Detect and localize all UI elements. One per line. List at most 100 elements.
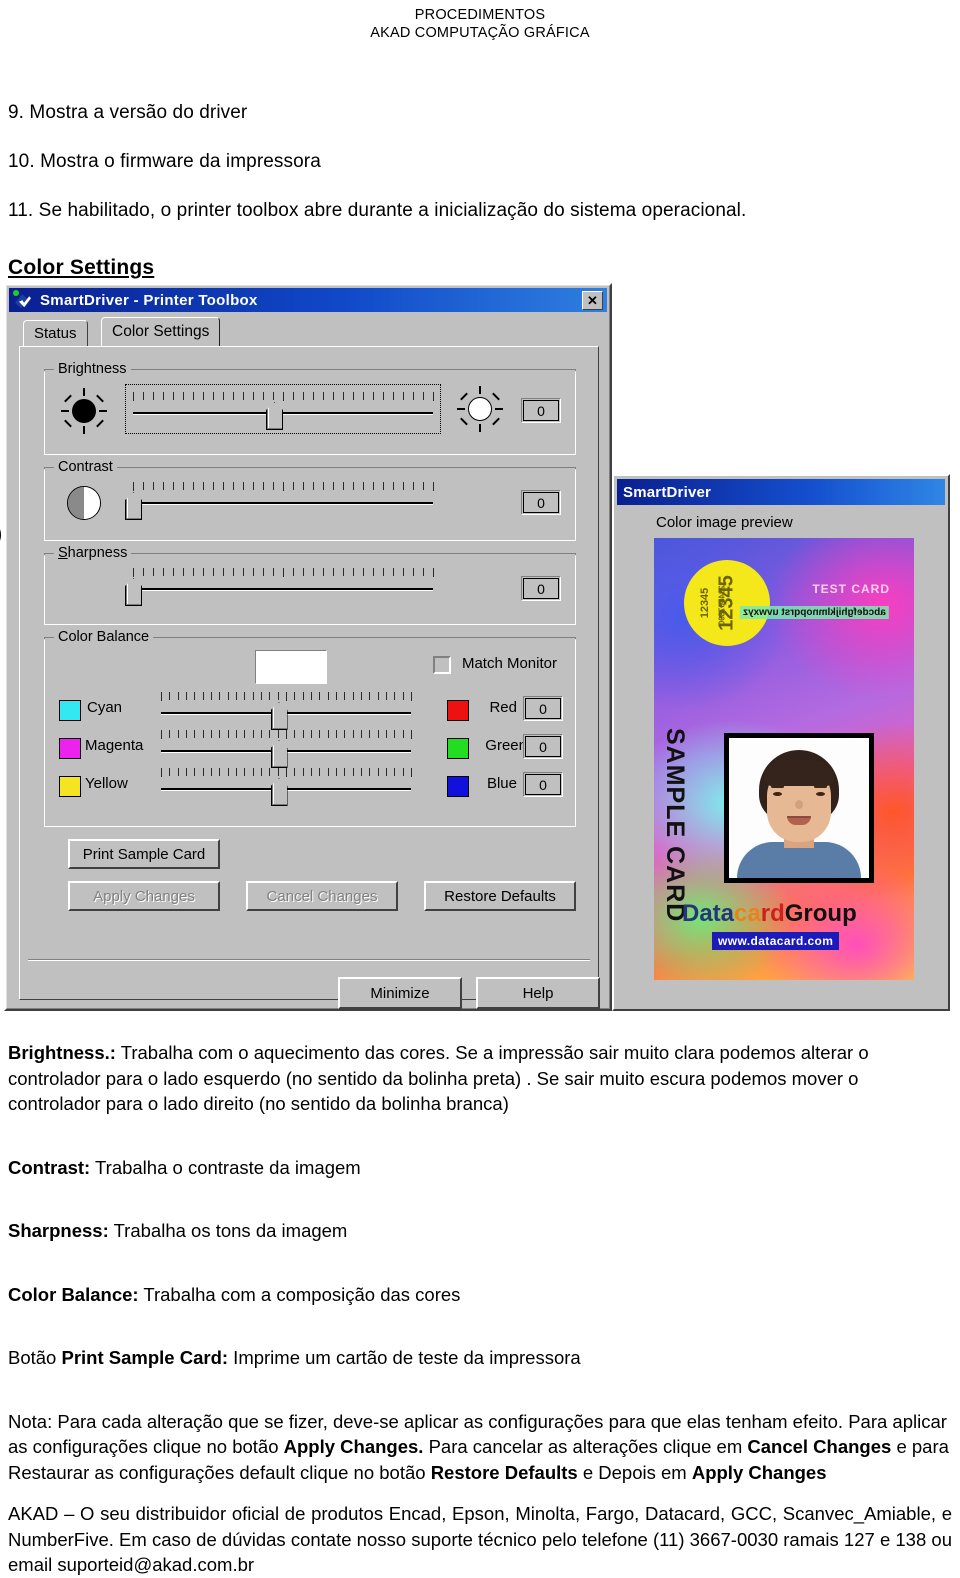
paragraph-sharpness-text: Trabalha os tons da imagem: [108, 1220, 348, 1242]
sharpness-slider[interactable]: [125, 568, 434, 607]
print-sample-card-button-label: Print Sample Card: [82, 845, 206, 863]
footer-divider: [28, 959, 590, 962]
brightness-slider-thumb[interactable]: [266, 402, 283, 431]
list-item: 11. Se habilitado, o printer toolbox abr…: [8, 200, 747, 222]
yellow-label: Yellow: [85, 775, 128, 793]
blue-value-field[interactable]: 0: [523, 772, 563, 798]
paragraph-print-sample-card: Botão Print Sample Card: Imprime um cart…: [8, 1345, 952, 1371]
explanation-section: Brightness.: Trabalha com o aquecimento …: [0, 1040, 960, 1578]
restore-defaults-button[interactable]: Restore Defaults: [424, 881, 576, 912]
card-seal-small-right: 1234567890: [717, 581, 727, 626]
magenta-color-swatch: [59, 738, 81, 760]
paragraph-botao-label: Print Sample Card:: [61, 1347, 229, 1369]
print-sample-card-button[interactable]: Print Sample Card: [68, 839, 220, 870]
dialog-title: SmartDriver - Printer Toolbox: [40, 291, 258, 309]
apply-changes-button-label: Apply Changes: [93, 887, 195, 905]
green-value: 0: [525, 736, 561, 758]
red-color-swatch: [447, 700, 469, 722]
sharpness-value-field[interactable]: 0: [521, 576, 561, 602]
logo-part-4: Group: [784, 900, 857, 928]
green-label: Green: [485, 737, 527, 755]
brightness-value-field[interactable]: 0: [521, 398, 561, 424]
tab-color-settings[interactable]: Color Settings: [101, 317, 221, 347]
card-sample-card-text: SAMPLE CARD: [661, 728, 689, 923]
contrast-slider-rail: [133, 502, 433, 506]
group-color-balance: Color Balance Match Monitor Cyan Red 0 M…: [44, 629, 576, 828]
magenta-green-slider-thumb[interactable]: [270, 740, 288, 769]
green-color-swatch: [447, 738, 469, 760]
section-title-color-settings: Color Settings: [8, 256, 155, 280]
red-value: 0: [525, 698, 561, 720]
sample-card-image: 12345 12345 1234567890 TEST CARD abcdefg…: [654, 538, 914, 981]
logo-part-2: ca: [734, 900, 761, 928]
contrast-slider-ticks: [133, 482, 434, 492]
tab-status[interactable]: Status: [23, 320, 88, 347]
card-seal: 12345 12345 1234567890: [684, 560, 770, 647]
contrast-high-icon: [0, 518, 1, 553]
brightness-value: 0: [523, 400, 559, 422]
paragraph-brightness-label: Brightness.:: [8, 1042, 116, 1064]
paragraph-color-balance: Color Balance: Trabalha com a composição…: [8, 1282, 952, 1308]
paragraph-footer: AKAD – O seu distribuidor oficial de pro…: [8, 1503, 952, 1576]
paragraph-color-balance-label: Color Balance:: [8, 1283, 139, 1305]
group-sharpness: Sharpness 0: [44, 545, 576, 626]
yellow-blue-slider-thumb[interactable]: [270, 778, 288, 807]
screenshot-region: SmartDriver - Printer Toolbox ✕ Status C…: [0, 282, 960, 1024]
preview-window-title: SmartDriver: [617, 479, 945, 506]
paragraph-botao-prefix: Botão: [8, 1347, 62, 1369]
help-button-label: Help: [522, 984, 554, 1002]
minimize-button[interactable]: Minimize: [338, 977, 462, 1010]
sharpness-slider-thumb[interactable]: [125, 578, 142, 607]
list-item: 9. Mostra a versão do driver: [8, 102, 248, 124]
paragraph-botao-text: Imprime um cartão de teste da impressora: [228, 1347, 581, 1369]
document-body: 9. Mostra a versão do driver 10. Mostra …: [0, 102, 960, 280]
contrast-slider-thumb[interactable]: [125, 492, 142, 521]
card-seal-small-left: 12345: [698, 587, 711, 619]
help-button[interactable]: Help: [476, 977, 600, 1010]
card-test-card-text: TEST CARD: [812, 582, 890, 597]
magenta-label: Magenta: [85, 737, 144, 755]
card-url-text: www.datacard.com: [712, 932, 840, 951]
tab-strip: Status Color Settings: [23, 317, 597, 347]
cyan-red-slider-thumb[interactable]: [270, 702, 288, 731]
paragraph-contrast: Contrast: Trabalha o contraste da imagem: [8, 1155, 952, 1181]
contrast-value: 0: [523, 492, 559, 514]
group-brightness: Brightness 0: [44, 361, 576, 456]
preview-label: Color image preview: [656, 514, 793, 532]
magenta-green-slider-ticks: [161, 730, 412, 740]
apply-changes-button[interactable]: Apply Changes: [68, 881, 220, 912]
group-color-balance-legend: Color Balance: [54, 629, 154, 646]
cancel-changes-button[interactable]: Cancel Changes: [246, 881, 398, 912]
paragraph-sharpness-label: Sharpness:: [8, 1220, 109, 1242]
yellow-blue-slider[interactable]: [161, 768, 412, 807]
contrast-value-field[interactable]: 0: [521, 490, 561, 516]
cyan-label: Cyan: [87, 699, 123, 717]
nota-part-2: Para cancelar as alterações clique em: [423, 1436, 748, 1458]
red-value-field[interactable]: 0: [523, 696, 563, 722]
magenta-green-slider[interactable]: [161, 730, 412, 769]
brightness-slider[interactable]: [125, 384, 441, 435]
group-brightness-legend: Brightness: [54, 361, 131, 378]
card-datacard-logo: DatacardGroup: [682, 900, 857, 928]
list-item: 10. Mostra o firmware da impressora: [8, 151, 321, 173]
blue-value: 0: [525, 774, 561, 796]
match-monitor-checkbox[interactable]: [433, 656, 451, 675]
smartdriver-app-icon: [12, 290, 32, 310]
page-header: PROCEDIMENTOS AKAD COMPUTAÇÃO GRÁFICA: [0, 0, 960, 42]
card-alphabet-text: abcdefghijklmnopqrst uvwxyz: [740, 606, 889, 620]
sharpness-slider-rail: [133, 588, 433, 592]
header-line-2: AKAD COMPUTAÇÃO GRÁFICA: [370, 25, 590, 42]
cyan-red-slider[interactable]: [161, 692, 412, 731]
green-value-field[interactable]: 0: [523, 734, 563, 760]
contrast-slider[interactable]: [125, 482, 434, 521]
printer-toolbox-dialog: SmartDriver - Printer Toolbox ✕ Status C…: [0, 283, 612, 1012]
nota-bold-4: Apply Changes: [691, 1461, 827, 1483]
nota-part-4: e Depois em: [577, 1461, 692, 1483]
close-icon[interactable]: ✕: [582, 290, 603, 310]
nota-bold-3: Restore Defaults: [430, 1461, 578, 1483]
sharpness-slider-ticks: [133, 568, 434, 578]
paragraph-brightness-text: Trabalha com o aquecimento das cores. Se…: [8, 1042, 869, 1115]
logo-part-1: Data: [682, 900, 735, 928]
yellow-blue-slider-ticks: [161, 768, 412, 778]
header-line-1: PROCEDIMENTOS: [414, 7, 546, 23]
